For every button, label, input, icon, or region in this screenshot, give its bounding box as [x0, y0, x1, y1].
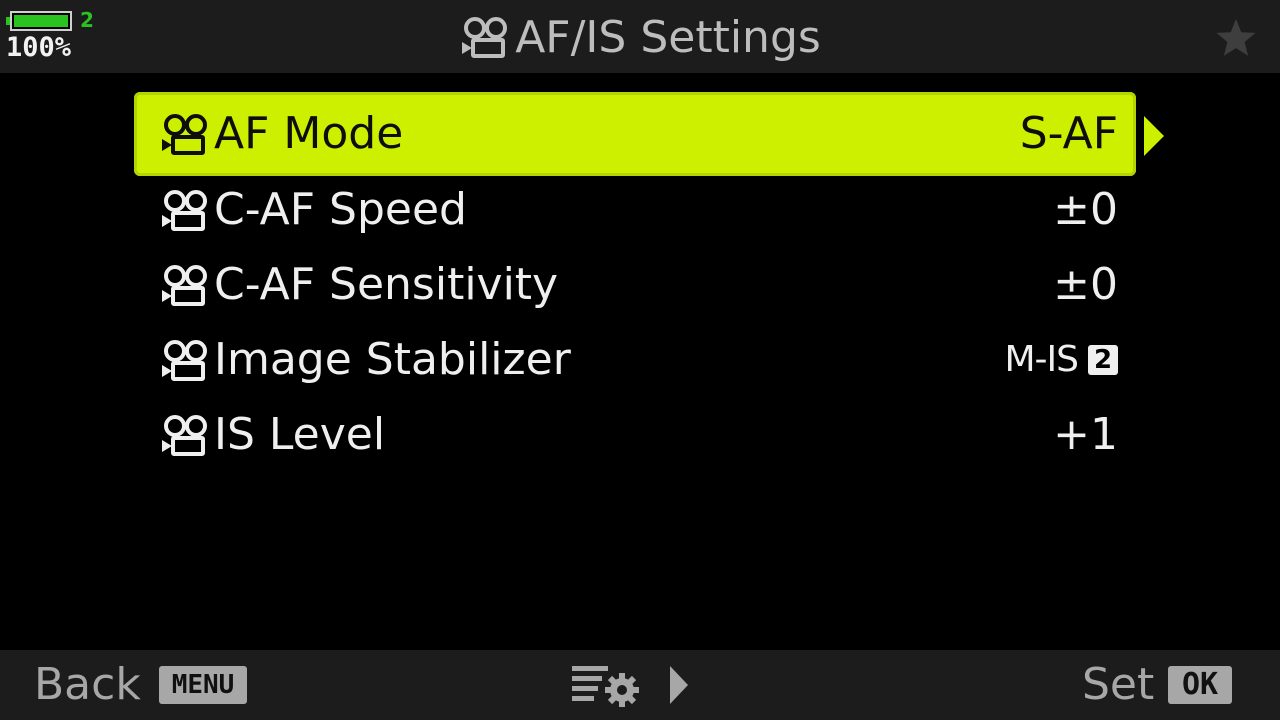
movie-camera-icon	[158, 189, 214, 233]
back-label: Back	[34, 659, 141, 710]
menu-item-label: C-AF Speed	[214, 184, 467, 235]
value-text: ±0	[1053, 184, 1118, 235]
menu-settings-icon[interactable]	[570, 662, 646, 708]
menu-item-label: C-AF Sensitivity	[214, 259, 559, 310]
menu-item-is-level[interactable]: IS Level +1	[134, 393, 1136, 477]
value-text: M-IS	[1004, 339, 1079, 380]
value-text: ±0	[1053, 259, 1118, 310]
menu-item-label: IS Level	[214, 409, 386, 460]
movie-camera-icon	[158, 113, 214, 157]
footer-bar: Back MENU Set OK	[0, 650, 1280, 720]
menu-item-value: ±0	[1053, 243, 1118, 327]
set-label: Set	[1082, 659, 1155, 710]
menu-key-button[interactable]: MENU	[159, 666, 247, 704]
menu-item-af-mode[interactable]: AF Mode S-AF	[134, 92, 1136, 176]
title-text: AF/IS Settings	[515, 12, 821, 63]
movie-camera-icon	[158, 414, 214, 458]
menu-item-c-af-speed[interactable]: C-AF Speed ±0	[134, 168, 1136, 252]
menu-item-label: Image Stabilizer	[214, 334, 571, 385]
ok-key-button[interactable]: OK	[1168, 666, 1232, 704]
menu-item-value: S-AF	[1020, 92, 1118, 176]
movie-camera-icon	[158, 264, 214, 308]
menu-item-image-stabilizer[interactable]: Image Stabilizer M-IS 2	[134, 318, 1136, 402]
page-title: AF/IS Settings	[0, 8, 1280, 68]
star-icon[interactable]	[1214, 16, 1258, 60]
camera-menu-screen: 2 100% AF/IS Settings AF Mode S-AF C-AF …	[0, 0, 1280, 720]
menu-item-c-af-sensitivity[interactable]: C-AF Sensitivity ±0	[134, 243, 1136, 327]
value-text: +1	[1053, 409, 1118, 460]
movie-camera-icon	[158, 339, 214, 383]
menu-item-value: M-IS 2	[1004, 318, 1118, 402]
movie-camera-icon	[459, 16, 513, 60]
mode-number-badge: 2	[1088, 345, 1118, 375]
menu-item-label: AF Mode	[214, 108, 404, 159]
value-text: S-AF	[1019, 108, 1118, 159]
menu-item-value: ±0	[1053, 168, 1118, 252]
menu-item-value: +1	[1053, 393, 1118, 477]
header-bar: 2 100% AF/IS Settings	[0, 0, 1280, 73]
triangle-right-icon	[666, 664, 692, 706]
triangle-right-icon[interactable]	[1142, 116, 1164, 156]
